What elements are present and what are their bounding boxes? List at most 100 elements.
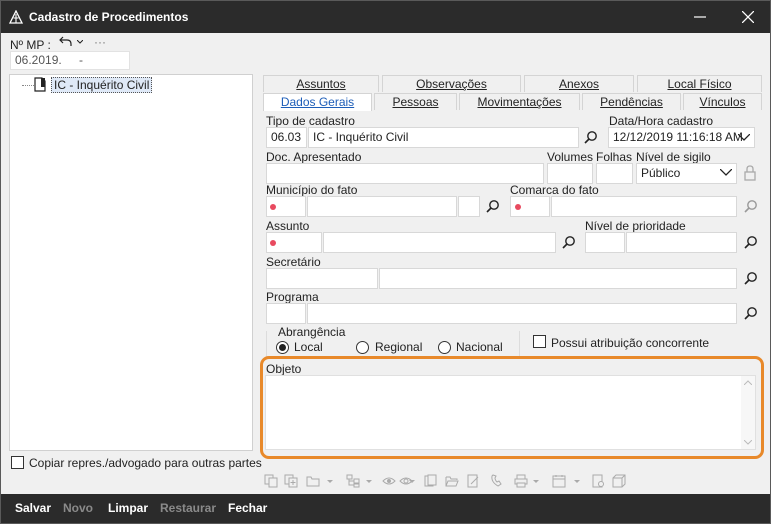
tab-observacoes[interactable]: Observações	[382, 75, 521, 92]
objeto-scrollbar[interactable]	[741, 376, 755, 449]
phone-icon[interactable]	[490, 474, 504, 488]
archive-icon[interactable]	[612, 474, 626, 488]
required-indicator	[515, 204, 521, 210]
search-icon[interactable]	[744, 306, 758, 320]
tab-local-fisico[interactable]: Local Físico	[637, 75, 762, 92]
close-form-button[interactable]: Fechar	[228, 501, 267, 515]
hierarchy-icon[interactable]	[346, 474, 360, 488]
caret-down-icon[interactable]	[326, 474, 334, 488]
municipio-uf-field[interactable]	[458, 196, 480, 217]
caret-down-icon[interactable]	[365, 474, 373, 488]
municipio-field[interactable]	[307, 196, 457, 217]
tipo-cadastro-code-field[interactable]: 06.03	[266, 127, 307, 148]
tab-vinculos[interactable]: Vínculos	[683, 93, 762, 110]
required-indicator	[270, 204, 276, 210]
edit-document-icon[interactable]	[466, 474, 480, 488]
minimize-button[interactable]	[677, 1, 723, 33]
search-icon[interactable]	[744, 271, 758, 285]
tipo-cadastro-field[interactable]: IC - Inquérito Civil	[308, 127, 579, 148]
folder-open-icon[interactable]	[445, 474, 459, 488]
undo-icon[interactable]	[59, 36, 72, 47]
radio-regional-label: Regional	[375, 340, 423, 354]
new-button[interactable]: Novo	[63, 501, 93, 515]
mp-number-value: 06.2019.	[15, 53, 62, 67]
assunto-label: Assunto	[266, 219, 310, 233]
caret-down-icon[interactable]	[532, 474, 540, 488]
copy-icon[interactable]	[264, 474, 278, 488]
folder-icon[interactable]	[306, 474, 320, 488]
nivel-prioridade-code-field[interactable]	[585, 232, 625, 253]
calendar-icon[interactable]	[552, 474, 566, 488]
nivel-sigilo-label: Nível de sigilo	[636, 150, 711, 164]
search-icon[interactable]	[562, 235, 576, 249]
programa-label: Programa	[266, 290, 319, 304]
title-bar: Cadastro de Procedimentos	[1, 1, 770, 33]
nivel-prioridade-field[interactable]	[626, 232, 737, 253]
chevron-down-icon[interactable]	[77, 40, 83, 44]
mp-number-field[interactable]: 06.2019. -	[10, 51, 130, 70]
required-indicator	[270, 240, 276, 246]
chevron-down-icon[interactable]	[738, 134, 750, 141]
search-icon[interactable]	[584, 130, 598, 144]
tipo-cadastro-label: Tipo de cadastro	[266, 114, 355, 128]
procedure-window: Cadastro de Procedimentos Nº MP : ··· 06…	[0, 0, 771, 524]
tab-movimentacoes[interactable]: Movimentações	[459, 93, 580, 110]
chevron-down-icon[interactable]	[720, 169, 732, 176]
tab-pendencias[interactable]: Pendências	[582, 93, 681, 110]
more-options[interactable]: ···	[94, 35, 106, 49]
copy-representative-checkbox[interactable]	[11, 456, 24, 469]
tree-panel: IC - Inquérito Civil	[9, 74, 253, 451]
window-title: Cadastro de Procedimentos	[29, 10, 189, 24]
secretario-code-field[interactable]	[266, 268, 378, 289]
app-logo-icon	[9, 10, 23, 24]
secretario-field[interactable]	[379, 268, 737, 289]
document-settings-icon[interactable]	[591, 474, 605, 488]
save-button[interactable]: Salvar	[15, 501, 51, 515]
radio-nacional[interactable]	[438, 341, 451, 354]
eye-icon[interactable]	[382, 474, 396, 488]
mp-label: Nº MP :	[10, 38, 51, 52]
abrangencia-label: Abrangência	[277, 325, 347, 339]
clear-button[interactable]: Limpar	[108, 501, 148, 515]
atribuicao-concorrente-label: Possui atribuição concorrente	[551, 336, 710, 350]
programa-field[interactable]	[307, 303, 737, 324]
doc-apresentado-label: Doc. Apresentado	[266, 150, 362, 164]
radio-regional[interactable]	[356, 341, 369, 354]
volumes-field[interactable]	[547, 163, 593, 184]
doc-apresentado-field[interactable]	[266, 163, 544, 184]
tab-anexos[interactable]: Anexos	[524, 75, 634, 92]
tab-pessoas[interactable]: Pessoas	[374, 93, 457, 110]
chevron-down-icon[interactable]	[744, 440, 752, 445]
folhas-field[interactable]	[596, 163, 633, 184]
mp-number-suffix: -	[79, 53, 83, 67]
add-copy-icon[interactable]	[284, 474, 298, 488]
objeto-textarea[interactable]	[265, 375, 756, 450]
close-icon	[741, 10, 755, 24]
folhas-label: Folhas	[596, 150, 633, 164]
comarca-field[interactable]	[551, 196, 737, 217]
restore-button[interactable]: Restaurar	[160, 501, 216, 515]
nivel-prioridade-label: Nível de prioridade	[585, 219, 686, 233]
atribuicao-concorrente-checkbox[interactable]	[533, 335, 546, 348]
search-icon[interactable]	[486, 199, 500, 213]
printer-icon[interactable]	[514, 474, 528, 488]
caret-down-icon[interactable]	[408, 474, 416, 488]
footer-bar: Salvar Novo Limpar Restaurar Fechar	[1, 494, 770, 523]
comarca-label: Comarca do fato	[510, 183, 599, 197]
tree-item-ic[interactable]: IC - Inquérito Civil	[51, 77, 153, 93]
assunto-field[interactable]	[323, 232, 556, 253]
chevron-up-icon[interactable]	[744, 380, 752, 385]
close-button[interactable]	[725, 1, 770, 33]
documents-icon[interactable]	[423, 474, 437, 488]
data-hora-field[interactable]: 12/12/2019 11:16:18 AM	[608, 127, 755, 148]
search-icon[interactable]	[744, 199, 758, 213]
programa-code-field[interactable]	[266, 303, 306, 324]
tab-dados-gerais[interactable]: Dados Gerais	[263, 93, 372, 111]
tab-assuntos[interactable]: Assuntos	[263, 75, 379, 92]
search-icon[interactable]	[744, 235, 758, 249]
radio-local[interactable]	[276, 341, 289, 354]
caret-down-icon[interactable]	[573, 474, 581, 488]
tree-connector	[22, 85, 34, 86]
lock-icon	[744, 165, 756, 181]
municipio-label: Município do fato	[266, 183, 358, 197]
